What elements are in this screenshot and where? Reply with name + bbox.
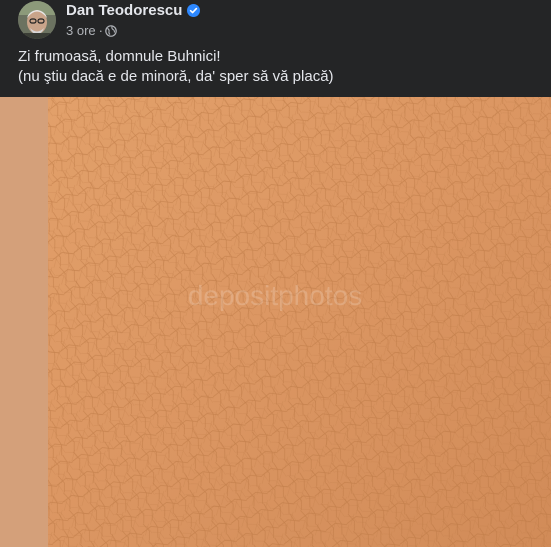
post-timestamp[interactable]: 3 ore bbox=[66, 23, 96, 39]
author-row: Dan Teodorescu bbox=[66, 2, 201, 20]
facebook-post: Dan Teodorescu 3 ore · Zi frumoasă, domn… bbox=[0, 0, 551, 547]
avatar-image bbox=[18, 1, 56, 39]
post-text: Zi frumoasă, domnule Buhnici! (nu ştiu d… bbox=[18, 47, 334, 87]
post-text-line-2: (nu ştiu dacă e de minoră, da' sper să v… bbox=[18, 68, 334, 85]
separator-dot: · bbox=[98, 22, 103, 38]
watermark-text: depositphotos bbox=[188, 280, 362, 311]
post-text-line-1: Zi frumoasă, domnule Buhnici! bbox=[18, 48, 221, 65]
post-image[interactable]: depositphotos bbox=[0, 97, 551, 547]
post-meta: Dan Teodorescu 3 ore · bbox=[66, 2, 201, 39]
post-header: Dan Teodorescu 3 ore · bbox=[18, 0, 201, 40]
globe-icon[interactable] bbox=[105, 24, 117, 37]
author-name[interactable]: Dan Teodorescu bbox=[66, 2, 182, 20]
post-subline: 3 ore · bbox=[66, 23, 200, 39]
avatar[interactable] bbox=[18, 1, 56, 39]
skin-texture-photo: depositphotos bbox=[0, 97, 551, 547]
verified-badge-icon bbox=[187, 4, 201, 17]
